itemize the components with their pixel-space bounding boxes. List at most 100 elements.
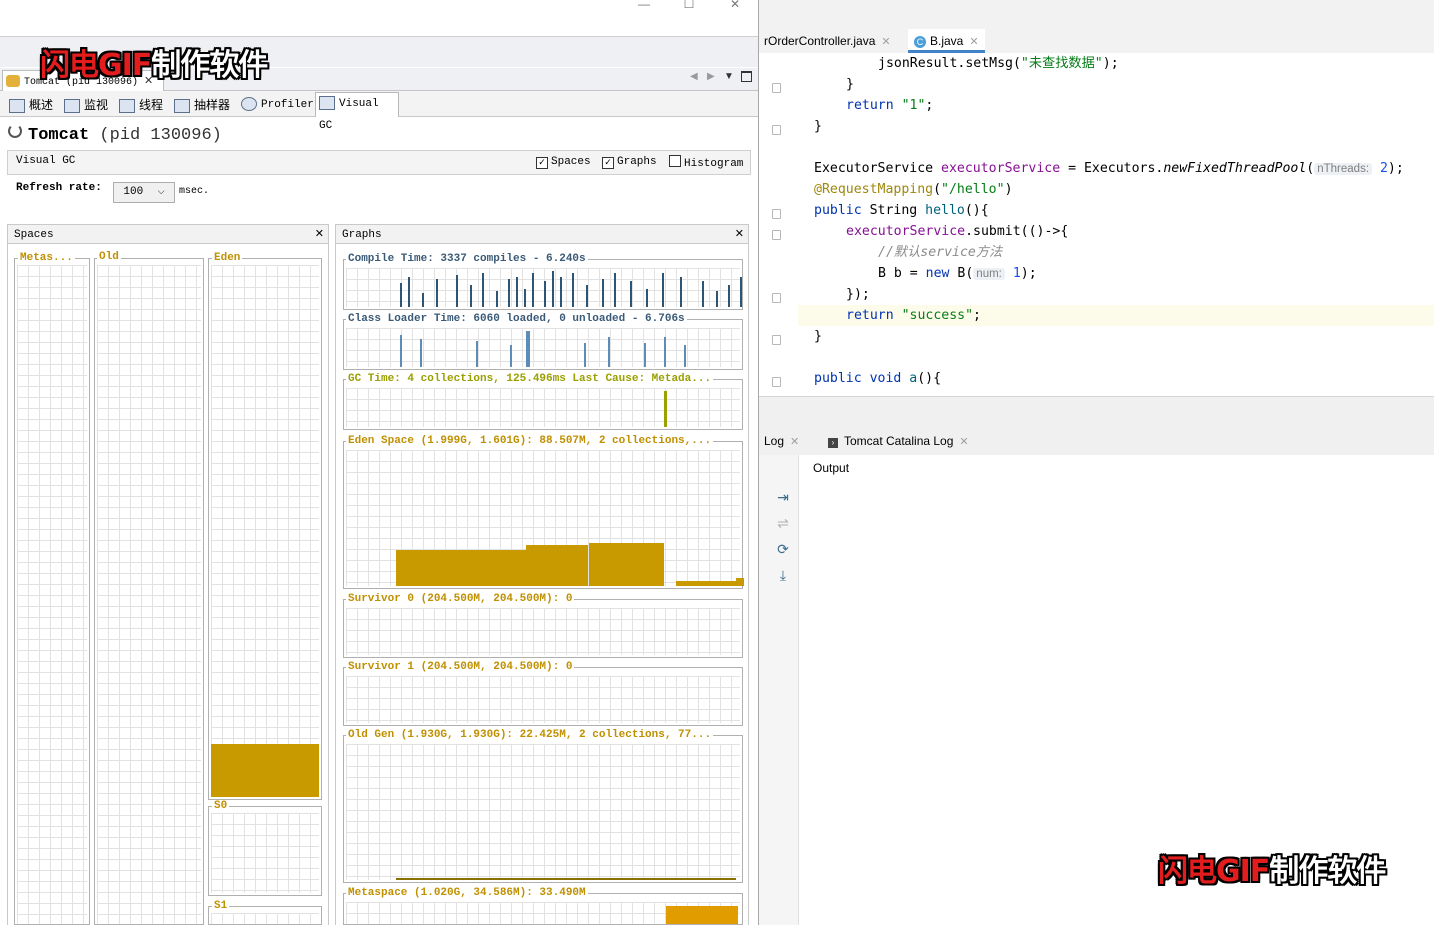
tab-visual-gc[interactable]: Visual GC <box>315 92 399 132</box>
tab-order-controller[interactable]: rOrderController.java ✕ <box>758 29 897 53</box>
code-line: @RequestMapping("/hello") <box>814 182 1013 197</box>
eden-space-label: Eden Space (1.999G, 1.601G): 88.507M, 2 … <box>346 435 714 447</box>
activity-spike <box>584 343 586 367</box>
activity-spike <box>572 273 574 307</box>
activity-spike <box>400 335 402 367</box>
close-icon[interactable]: ✕ <box>969 36 978 48</box>
eden-usage-bar <box>211 743 319 797</box>
graphs-checkbox[interactable]: ✓ Graphs <box>602 155 657 169</box>
graphs-panel: Compile Time: 3337 compiles - 6.240s Cla… <box>335 244 749 925</box>
profiler-icon <box>241 97 257 112</box>
tab-log[interactable]: Log ✕ <box>758 429 805 453</box>
activity-spike <box>400 283 402 307</box>
download-icon[interactable]: ⤓ <box>775 567 791 583</box>
close-icon[interactable]: ✕ <box>735 225 744 245</box>
chevron-down-icon: ⌵ <box>157 187 165 197</box>
close-icon[interactable]: ✕ <box>959 436 968 448</box>
spaces-checkbox[interactable]: ✓ Spaces <box>536 155 591 169</box>
metaspace-grid <box>17 265 87 924</box>
minimize-icon[interactable]: — <box>632 0 656 10</box>
dropdown-icon[interactable]: ▼ <box>724 71 734 82</box>
activity-spike <box>702 281 704 307</box>
close-icon[interactable]: ✕ <box>315 225 324 245</box>
activity-spike <box>586 285 588 307</box>
fold-icon[interactable] <box>772 209 781 219</box>
spaces-panel-header: Spaces ✕ <box>7 224 329 244</box>
ide-toolbar <box>758 0 1434 30</box>
code-line: } <box>814 329 822 344</box>
compile-time-graph <box>346 268 742 307</box>
s0-label: S0 <box>212 800 230 812</box>
maximize-icon[interactable] <box>741 71 752 82</box>
tab-label: B.java <box>930 34 964 48</box>
activity-spike <box>436 279 438 307</box>
activity-spike <box>560 277 562 307</box>
tab-sampler[interactable]: 抽样器 <box>171 94 233 116</box>
eden-space-graph <box>346 450 744 586</box>
activity-spike <box>496 291 498 307</box>
tab-monitor[interactable]: 监视 <box>61 94 111 116</box>
scroll-to-end-icon[interactable]: ⇥ <box>775 489 791 505</box>
old-frame <box>94 258 204 925</box>
metaspace-usage-area <box>666 906 738 924</box>
activity-spike <box>544 281 546 307</box>
code-line: B b = new B(num: 1); <box>878 266 1037 281</box>
refresh-rate-label: Refresh rate: <box>16 182 102 194</box>
visual-gc-header: Visual GC ✓ Spaces ✓ Graphs Histogram <box>7 150 751 175</box>
old-label: Old <box>97 251 121 263</box>
tab-profiler[interactable]: Profiler <box>238 94 317 116</box>
fold-icon[interactable] <box>772 83 781 93</box>
tab-overview[interactable]: 概述 <box>6 94 56 116</box>
survivor0-frame <box>343 599 743 658</box>
view-tabs: 概述 监视 线程 抽样器 Profiler Visual GC <box>0 91 758 132</box>
code-line: ExecutorService executorService = Execut… <box>814 161 1404 176</box>
close-icon[interactable]: ✕ <box>723 0 747 10</box>
activity-spike <box>516 277 518 307</box>
activity-spike <box>680 277 682 307</box>
scroll-right-icon[interactable]: ▶ <box>707 71 715 82</box>
old-grid <box>97 265 201 924</box>
code-editor[interactable]: jsonResult.setMsg("未查找数据"); } return "1"… <box>798 53 1434 396</box>
class-loader-frame <box>343 319 743 370</box>
process-title: Tomcat (pid 130096) <box>8 124 222 145</box>
fold-icon[interactable] <box>772 377 781 387</box>
activity-spike <box>470 285 472 307</box>
gc-time-frame <box>343 379 743 430</box>
old-gen-usage-line <box>396 878 736 880</box>
tab-tomcat-catalina-log[interactable]: › Tomcat Catalina Log ✕ <box>822 429 975 453</box>
eden-usage-area <box>396 550 526 586</box>
soft-wrap-icon[interactable]: ⇌ <box>775 515 791 531</box>
tab-threads[interactable]: 线程 <box>116 94 166 116</box>
activity-spike <box>532 273 534 307</box>
class-icon: C <box>914 35 926 48</box>
scroll-left-icon[interactable]: ◀ <box>690 71 698 82</box>
panel-divider[interactable] <box>758 396 1434 428</box>
fold-icon[interactable] <box>772 230 781 240</box>
eden-frame <box>208 258 322 800</box>
activity-spike <box>510 345 512 367</box>
spaces-panel: Metas... Old Eden S0 S1 <box>7 244 329 925</box>
old-gen-label: Old Gen (1.930G, 1.930G): 22.425M, 2 col… <box>346 729 714 741</box>
close-icon[interactable]: ✕ <box>881 36 890 48</box>
metaspace-graph <box>346 902 740 924</box>
overview-icon <box>9 98 25 113</box>
fold-icon[interactable] <box>772 335 781 345</box>
output-header: Output <box>798 455 1434 481</box>
eden-usage-area <box>589 543 664 586</box>
refresh-rate-select[interactable]: 100 ⌵ <box>113 182 175 203</box>
tab-b-java[interactable]: C B.java ✕ <box>908 29 985 53</box>
activity-spike <box>664 337 666 367</box>
old-gen-graph <box>346 744 740 880</box>
output-label: Output <box>813 461 850 475</box>
editor-gutter <box>758 53 798 396</box>
fold-icon[interactable] <box>772 125 781 135</box>
code-line: } <box>814 119 822 134</box>
eden-space-frame <box>343 441 744 589</box>
close-icon[interactable]: ✕ <box>790 436 799 448</box>
refresh-icon[interactable]: ⟳ <box>775 541 791 557</box>
fold-icon[interactable] <box>772 293 781 303</box>
maximize-icon[interactable]: ☐ <box>677 0 701 10</box>
activity-spike <box>552 271 554 307</box>
tab-label: rOrderController.java <box>764 34 876 48</box>
histogram-checkbox[interactable]: Histogram <box>669 155 743 171</box>
